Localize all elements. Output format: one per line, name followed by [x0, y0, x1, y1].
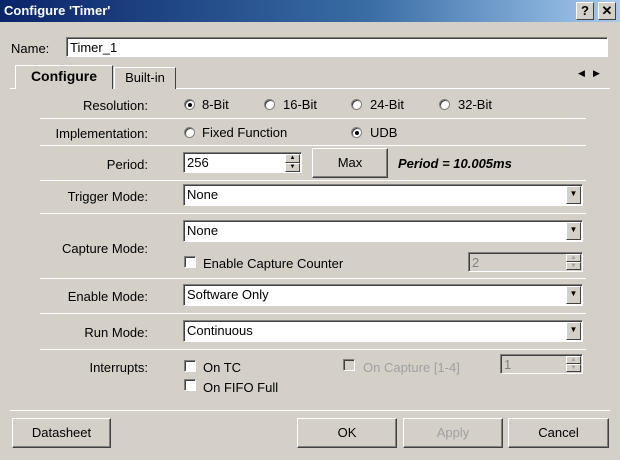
radio-16bit[interactable]	[264, 99, 275, 110]
max-button[interactable]: Max	[312, 148, 388, 178]
apply-button[interactable]: Apply	[403, 418, 503, 448]
capture-counter-input: 2 ▲ ▼	[468, 252, 583, 272]
cancel-button[interactable]: Cancel	[508, 418, 609, 448]
on-tc-label: On TC	[203, 360, 242, 375]
on-fifo-full-checkbox[interactable]	[184, 379, 196, 391]
on-capture-spin-up: ▲	[566, 356, 581, 364]
title-bar: Configure 'Timer' ? ✕	[0, 0, 620, 22]
radio-24bit-label: 24-Bit	[370, 97, 404, 112]
period-input[interactable]: 256 ▲ ▼	[183, 152, 302, 173]
capture-counter-value: 2	[472, 255, 480, 270]
separator	[10, 410, 610, 411]
capture-mode-label: Capture Mode:	[62, 241, 148, 256]
radio-udb-label: UDB	[370, 125, 398, 140]
radio-8bit[interactable]	[184, 99, 195, 110]
chevron-down-icon[interactable]: ▼	[566, 222, 581, 240]
enable-mode-value: Software Only	[187, 287, 269, 302]
period-value: 256	[187, 155, 209, 170]
ok-button[interactable]: OK	[297, 418, 397, 448]
run-mode-select[interactable]: Continuous ▼	[183, 320, 583, 342]
tab-scroll-right-icon[interactable]: ▶	[593, 68, 600, 79]
on-capture-checkbox	[343, 359, 355, 371]
radio-16bit-label: 16-Bit	[283, 97, 317, 112]
datasheet-button[interactable]: Datasheet	[12, 418, 111, 448]
trigger-mode-label: Trigger Mode:	[67, 189, 148, 204]
radio-udb[interactable]	[351, 127, 362, 138]
trigger-mode-value: None	[187, 187, 219, 202]
name-label: Name:	[11, 41, 50, 56]
radio-24bit[interactable]	[351, 99, 362, 110]
name-input[interactable]: Timer_1	[66, 37, 608, 57]
help-button[interactable]: ?	[576, 2, 594, 20]
separator	[40, 213, 586, 214]
separator	[40, 278, 586, 279]
window-title: Configure 'Timer'	[4, 3, 111, 18]
chevron-down-icon[interactable]: ▼	[566, 186, 581, 204]
radio-8bit-label: 8-Bit	[202, 97, 229, 112]
radio-fixed-function-label: Fixed Function	[202, 125, 288, 140]
trigger-mode-select[interactable]: None ▼	[183, 184, 583, 206]
on-capture-input: 1 ▲ ▼	[500, 354, 583, 374]
separator	[40, 180, 586, 181]
period-label: Period:	[106, 157, 148, 172]
resolution-label: Resolution:	[82, 98, 148, 113]
period-info: Period = 10.005ms	[398, 156, 512, 171]
separator	[40, 349, 586, 350]
tab-configure[interactable]: Configure	[15, 65, 113, 89]
enable-mode-label: Enable Mode:	[67, 289, 148, 304]
run-mode-label: Run Mode:	[84, 325, 148, 340]
capture-counter-spin-up: ▲	[566, 254, 581, 262]
separator	[40, 313, 586, 314]
interrupts-label: Interrupts:	[89, 360, 148, 375]
chevron-down-icon[interactable]: ▼	[566, 286, 581, 304]
separator	[40, 118, 586, 119]
on-fifo-full-label: On FIFO Full	[203, 380, 279, 395]
enable-mode-select[interactable]: Software Only ▼	[183, 284, 583, 306]
close-button[interactable]: ✕	[598, 2, 616, 20]
on-capture-label: On Capture [1-4]	[363, 360, 460, 375]
chevron-down-icon[interactable]: ▼	[566, 322, 581, 340]
run-mode-value: Continuous	[187, 323, 253, 338]
separator	[40, 145, 586, 146]
tab-built-in[interactable]: Built-in	[114, 67, 176, 89]
implementation-label: Implementation:	[55, 126, 149, 141]
capture-counter-spin-down: ▼	[566, 262, 581, 270]
period-spin-down[interactable]: ▼	[285, 163, 300, 172]
enable-capture-counter-label: Enable Capture Counter	[203, 256, 344, 271]
on-tc-checkbox[interactable]	[184, 360, 196, 372]
on-capture-value: 1	[504, 357, 512, 372]
radio-32bit[interactable]	[439, 99, 450, 110]
on-capture-spin-down: ▼	[566, 364, 581, 372]
tab-scroll-left-icon[interactable]: ◀	[578, 68, 585, 79]
radio-32bit-label: 32-Bit	[458, 97, 492, 112]
capture-mode-value: None	[187, 223, 219, 238]
period-spin-up[interactable]: ▲	[285, 154, 300, 163]
capture-mode-select[interactable]: None ▼	[183, 220, 583, 242]
radio-fixed-function[interactable]	[184, 127, 195, 138]
enable-capture-counter-checkbox[interactable]	[184, 256, 196, 268]
